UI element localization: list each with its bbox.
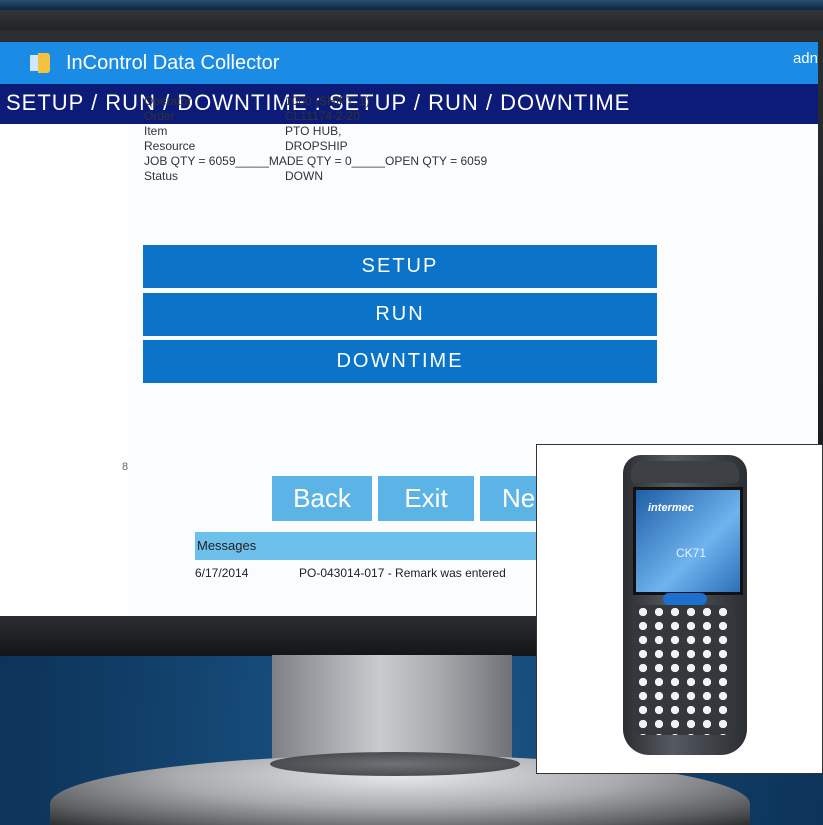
exit-button[interactable]: Exit (378, 476, 474, 521)
splitter-grip[interactable]: 8 (122, 461, 128, 473)
back-button[interactable]: Back (272, 476, 372, 521)
status-value: DOWN (285, 169, 323, 183)
device-screen: intermec CK71 (633, 487, 743, 595)
device-model: CK71 (676, 546, 707, 560)
run-button[interactable]: RUN (143, 293, 657, 336)
setup-button[interactable]: SETUP (143, 245, 657, 288)
resource-value: DROPSHIP (285, 139, 348, 153)
order-value: CL11174-2-20 (285, 109, 360, 123)
device-keypad (635, 605, 735, 735)
downtime-button[interactable]: DOWNTIME (143, 340, 657, 383)
item-value: PTO HUB, (285, 124, 342, 138)
item-label: Item (144, 124, 168, 138)
handheld-device-photo: intermec CK71 (536, 444, 823, 774)
resource-label: Resource (144, 139, 196, 153)
order-label: Order (144, 109, 175, 123)
operator-value: 1000 (SHIFT: 1) (285, 94, 370, 108)
device-nav-key (663, 593, 707, 605)
title-bar: InControl Data Collector adn (0, 42, 818, 84)
device-brand: intermec (648, 502, 694, 514)
operator-label: Operator (144, 94, 192, 108)
job-info: Operator 1000 (SHIFT: 1) Order CL11174-2-2… (144, 94, 487, 184)
message-date: 6/17/2014 (195, 566, 249, 580)
app-title: InControl Data Collector (66, 52, 280, 74)
status-label: Status (144, 169, 179, 183)
quantity-line: JOB QTY = 6059_____MADE QTY = 0_____OPEN… (144, 154, 488, 168)
handheld-scanner-icon: intermec CK71 (623, 455, 747, 755)
message-text: PO-043014-017 - Remark was entered (299, 566, 506, 580)
user-name[interactable]: adn (793, 50, 818, 67)
app-logo-icon (30, 53, 52, 73)
left-pane (0, 124, 128, 616)
monitor-stand-ring (270, 752, 520, 776)
scanner-head (631, 461, 739, 483)
